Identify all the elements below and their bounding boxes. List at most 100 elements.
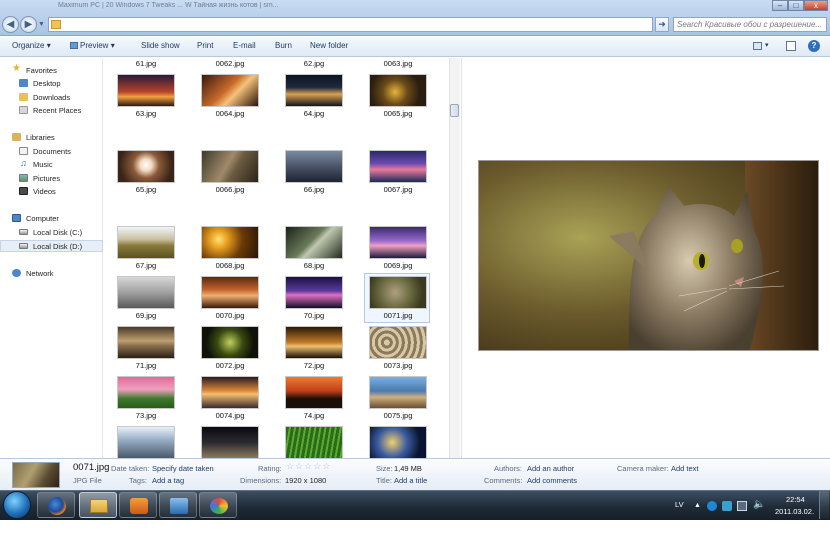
file-caption-selected[interactable]: 0071.jpg [356,311,440,320]
file-caption[interactable]: 71.jpg [104,361,188,370]
network-icon[interactable] [737,501,747,511]
preview-pane-toggle-icon[interactable] [786,41,796,51]
file-caption[interactable]: 0065.jpg [356,109,440,118]
file-thumbnail[interactable] [285,226,343,259]
scrollbar-thumb[interactable] [450,104,459,117]
file-caption[interactable]: 0067.jpg [356,185,440,194]
star-icon[interactable]: ☆ [313,461,322,471]
file-thumbnail[interactable] [201,226,259,259]
file-thumbnail[interactable] [117,74,175,107]
file-thumbnail[interactable] [117,326,175,359]
nav-disk-c[interactable]: Local Disk (C:) [0,227,103,239]
nav-videos[interactable]: Videos [0,186,103,198]
file-caption[interactable]: 64.jpg [272,109,356,118]
file-caption[interactable]: 0068.jpg [188,261,272,270]
preview-button[interactable]: Preview ▾ [70,41,115,53]
file-thumbnail[interactable] [285,74,343,107]
nav-recent-places[interactable]: Recent Places [0,105,103,117]
date-taken-value[interactable]: Specify date taken [152,464,214,473]
star-icon[interactable]: ☆ [304,461,313,471]
file-thumbnail[interactable] [285,326,343,359]
show-hidden-icons[interactable]: ▲ [694,502,701,509]
address-bar[interactable] [48,17,653,32]
close-button[interactable]: x [804,0,828,11]
title-value[interactable]: Add a title [394,476,427,485]
nav-computer[interactable]: Computer [0,213,103,225]
tray-app-icon[interactable] [722,501,732,511]
burn-button[interactable]: Burn [275,41,292,53]
star-icon[interactable]: ☆ [295,461,304,471]
nav-favorites[interactable]: ★ Favorites [0,63,103,77]
back-arrow-icon[interactable]: ◀ [2,16,19,33]
search-input[interactable]: Search Красивые обои с разрешение... [673,17,827,32]
skype-icon[interactable] [707,501,717,511]
file-caption[interactable]: 70.jpg [272,311,356,320]
file-caption[interactable]: 66.jpg [272,185,356,194]
help-icon[interactable]: ? [808,40,820,52]
file-caption[interactable]: 0063.jpg [356,59,440,68]
language-indicator[interactable]: LV [675,500,684,509]
clock-time[interactable]: 22:54 [786,495,805,504]
file-caption[interactable]: 63.jpg [104,109,188,118]
file-thumbnail[interactable] [201,74,259,107]
file-thumbnail[interactable] [201,376,259,409]
forward-arrow-icon[interactable]: ▶ [20,16,37,33]
taskbar-media-player[interactable] [119,492,157,518]
file-thumbnail[interactable] [117,276,175,309]
clock-date[interactable]: 2011.03.02. [775,507,814,516]
file-caption[interactable]: 72.jpg [272,361,356,370]
file-thumbnail[interactable] [201,150,259,183]
file-caption[interactable]: 67.jpg [104,261,188,270]
file-thumbnail[interactable] [285,276,343,309]
file-caption[interactable]: 0066.jpg [188,185,272,194]
camera-maker-value[interactable]: Add text [671,464,699,473]
file-thumbnail[interactable] [369,276,427,309]
email-button[interactable]: E-mail [233,41,256,53]
go-arrow-icon[interactable]: ➜ [655,17,669,32]
file-caption[interactable]: 0064.jpg [188,109,272,118]
taskbar-network-app[interactable] [159,492,197,518]
file-thumbnail[interactable] [285,376,343,409]
show-desktop-button[interactable] [819,491,829,519]
file-thumbnail[interactable] [285,426,343,458]
nav-music[interactable]: ♫ Music [0,158,103,171]
file-thumbnail[interactable] [201,276,259,309]
file-caption[interactable]: 0074.jpg [188,411,272,420]
file-caption[interactable]: 68.jpg [272,261,356,270]
file-caption[interactable]: 0075.jpg [356,411,440,420]
file-caption[interactable]: 74.jpg [272,411,356,420]
nav-disk-d[interactable]: Local Disk (D:) [0,240,103,252]
comments-value[interactable]: Add comments [527,476,577,485]
file-thumbnail[interactable] [201,326,259,359]
star-icon[interactable]: ☆ [322,461,331,471]
file-thumbnail[interactable] [117,376,175,409]
vertical-scrollbar[interactable] [449,58,460,458]
file-caption[interactable]: 0073.jpg [356,361,440,370]
file-caption[interactable]: 62.jpg [272,59,356,68]
authors-value[interactable]: Add an author [527,464,574,473]
file-thumbnail[interactable] [117,150,175,183]
file-thumbnail[interactable] [117,426,175,458]
nav-libraries[interactable]: Libraries [0,132,103,144]
minimize-button[interactable]: – [772,0,788,11]
organize-button[interactable]: Organize ▾ [12,41,51,53]
star-icon[interactable]: ☆ [286,461,295,471]
file-caption[interactable]: 0072.jpg [188,361,272,370]
views-dropdown-icon[interactable]: ▾ [765,41,769,49]
file-caption[interactable]: 0062.jpg [188,59,272,68]
views-icon[interactable] [753,42,762,50]
file-caption[interactable]: 69.jpg [104,311,188,320]
volume-icon[interactable]: 🔈 [753,499,765,510]
file-thumbnail[interactable] [117,226,175,259]
file-caption[interactable]: 0070.jpg [188,311,272,320]
nav-documents[interactable]: Documents [0,146,103,158]
slideshow-button[interactable]: Slide show [141,41,180,53]
file-thumbnail[interactable] [369,150,427,183]
start-button[interactable] [3,491,31,519]
recent-pages-dropdown-icon[interactable]: ▼ [38,21,45,28]
file-caption[interactable]: 0069.jpg [356,261,440,270]
file-thumbnail[interactable] [369,326,427,359]
print-button[interactable]: Print [197,41,213,53]
nav-downloads[interactable]: Downloads [0,92,103,104]
file-caption[interactable]: 61.jpg [104,59,188,68]
